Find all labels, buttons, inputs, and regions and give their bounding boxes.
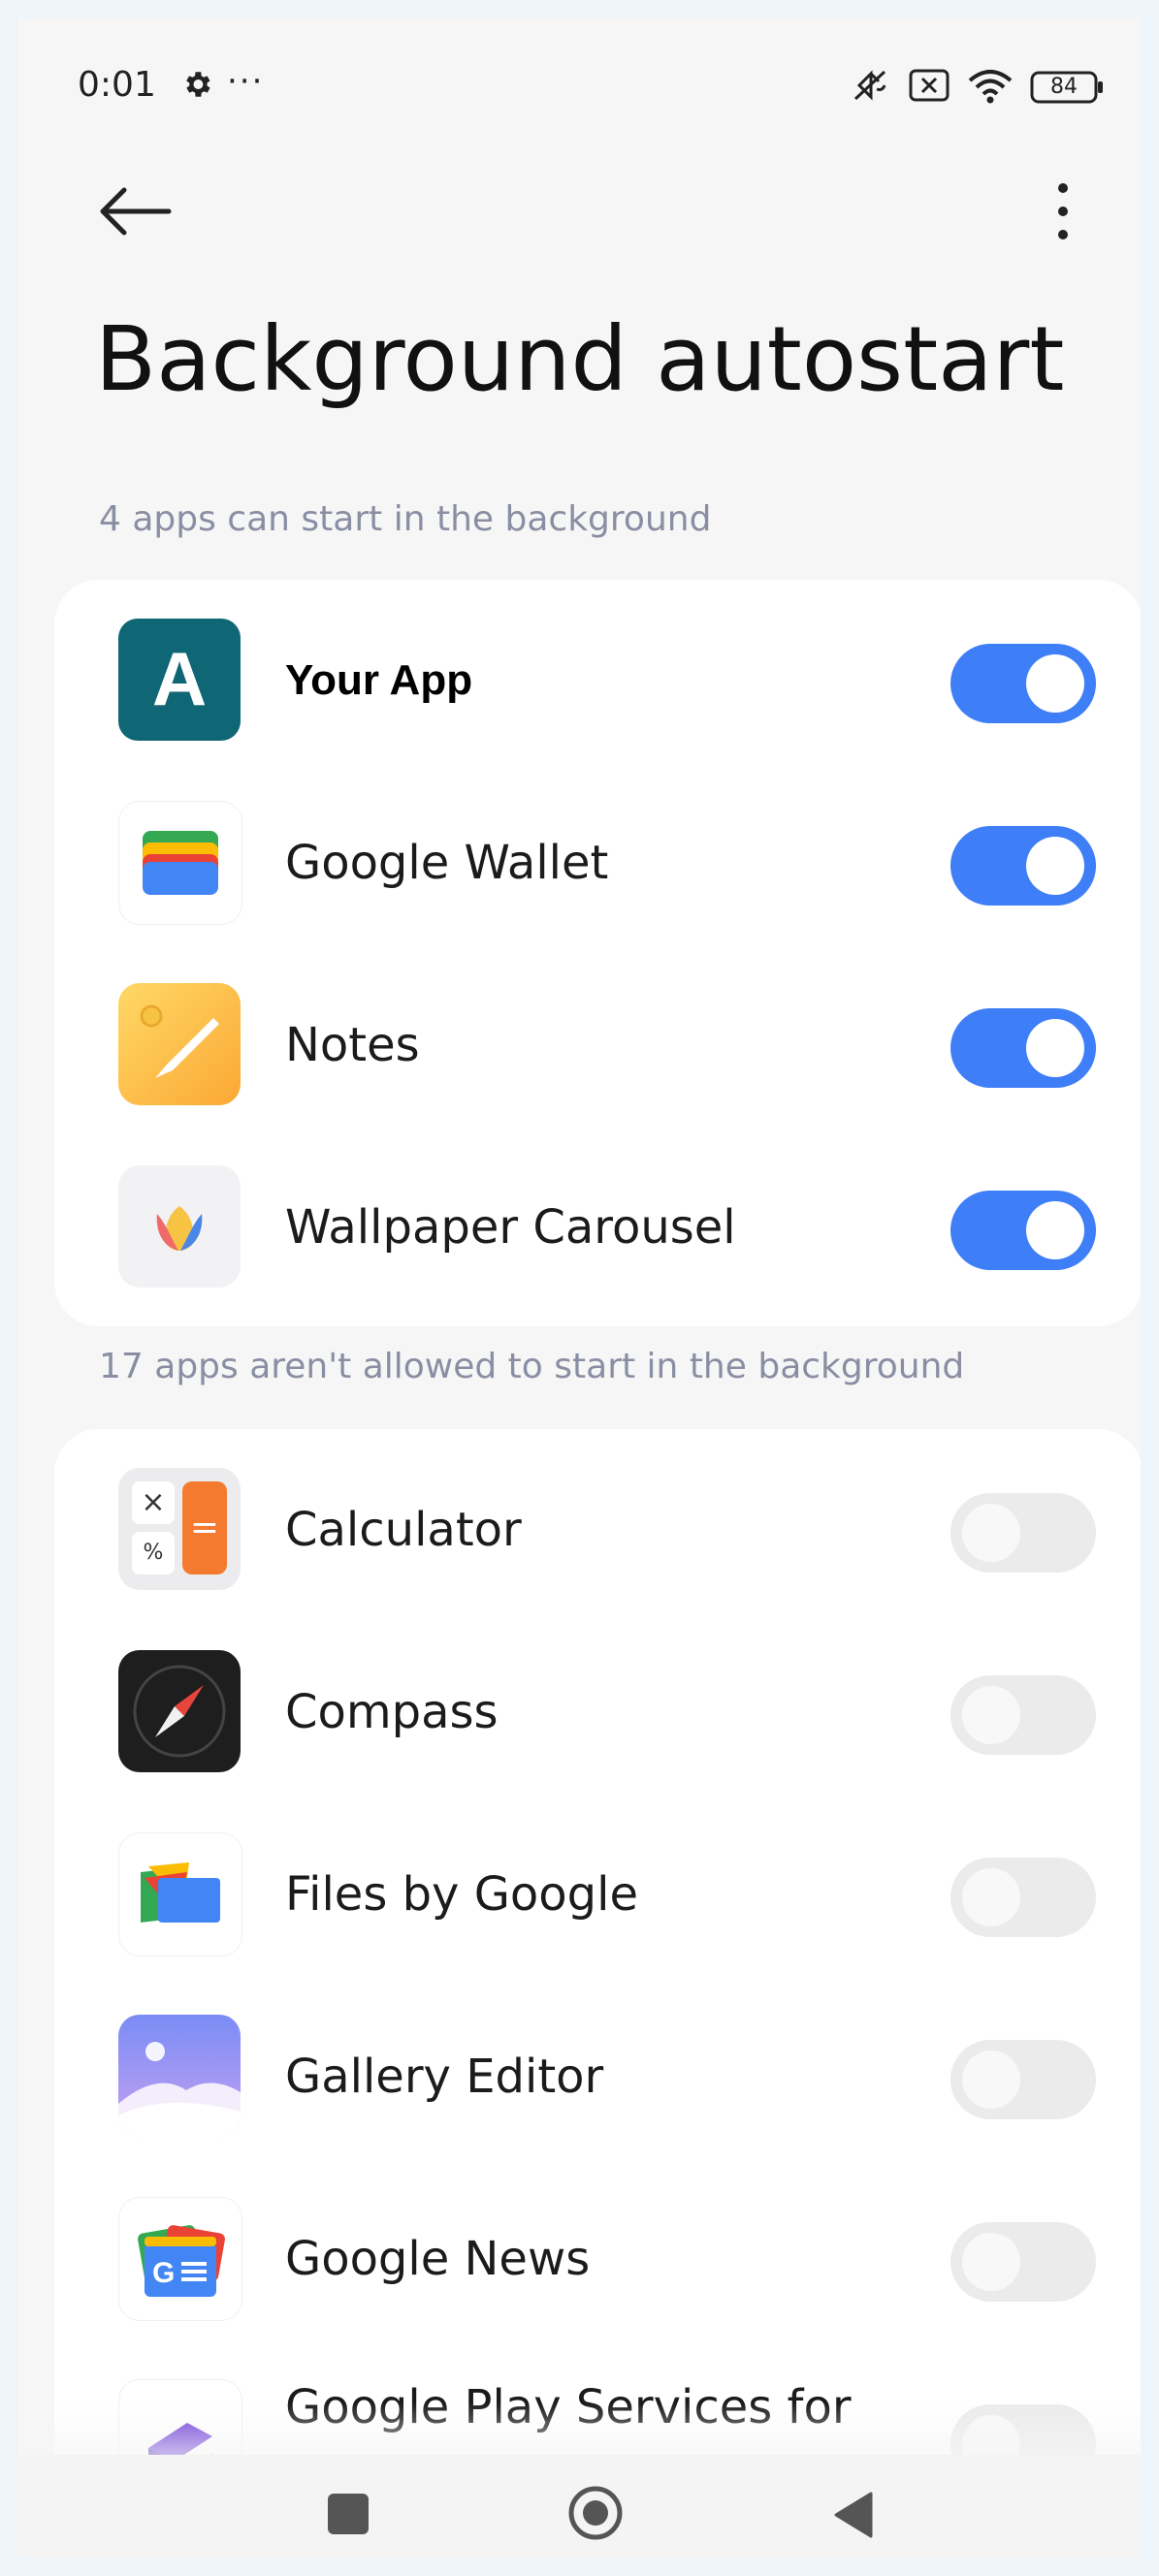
phone-screen: 0:01 ··· 84 Background autostart 4 apps … (17, 17, 1141, 2559)
recents-button[interactable] (328, 2494, 369, 2534)
status-icons: 84 (850, 66, 1104, 109)
app-name: Google Wallet (285, 836, 609, 890)
app-row-gallery-editor[interactable]: Gallery Editor (54, 1976, 1141, 2158)
app-row-google-wallet[interactable]: Google Wallet (54, 762, 1141, 944)
autostart-toggle[interactable] (950, 1493, 1096, 1573)
app-name: Gallery Editor (285, 2050, 604, 2104)
back-button[interactable] (97, 182, 175, 240)
app-row-calculator[interactable]: × % = Calculator (54, 1429, 1141, 1611)
gallery-editor-icon (118, 2015, 241, 2137)
your-app-icon-letter: A (151, 636, 208, 721)
battery-icon: 84 (1030, 70, 1104, 105)
files-by-google-icon (118, 1832, 242, 1956)
wallpaper-carousel-icon (118, 1165, 241, 1288)
calculator-icon: × % = (118, 1468, 241, 1590)
app-row-compass[interactable]: Compass (54, 1611, 1141, 1794)
nav-back-button[interactable] (832, 2490, 875, 2540)
app-name: Files by Google (285, 1867, 638, 1922)
no-sim-icon (908, 68, 950, 107)
your-app-icon: A (118, 619, 241, 741)
page-title: Background autostart (95, 307, 1065, 411)
wallet-icon (118, 801, 242, 925)
triangle-back-icon (834, 2492, 873, 2538)
allowed-apps-card: A Your App Google Wallet Notes Wallpaper… (54, 580, 1141, 1326)
more-vertical-icon (1058, 183, 1068, 239)
autostart-toggle[interactable] (950, 2040, 1096, 2119)
calc-equals-glyph: = (189, 1508, 220, 1547)
autostart-toggle[interactable] (950, 1858, 1096, 1937)
app-name: Notes (285, 1018, 420, 1072)
calc-percent-glyph: % (143, 1541, 164, 1565)
top-app-bar (17, 163, 1141, 260)
autostart-toggle[interactable] (950, 826, 1096, 906)
news-letter-glyph: G (152, 2257, 176, 2289)
google-news-icon: G (118, 2197, 242, 2321)
status-bar: 0:01 ··· 84 (17, 17, 1141, 124)
autostart-toggle[interactable] (950, 644, 1096, 723)
allowed-section-label: 4 apps can start in the background (99, 499, 712, 539)
notes-icon (118, 983, 241, 1105)
autostart-toggle[interactable] (950, 1008, 1096, 1088)
disallowed-apps-card: × % = Calculator Compass Files by Google (54, 1429, 1141, 2559)
disallowed-section-label: 17 apps aren't allowed to start in the b… (99, 1347, 965, 1386)
settings-gear-icon (180, 68, 213, 105)
status-time: 0:01 (78, 65, 156, 105)
wifi-icon (966, 67, 1014, 108)
app-row-wallpaper-carousel[interactable]: Wallpaper Carousel (54, 1127, 1141, 1309)
home-circle-icon (568, 2486, 623, 2540)
status-more-indicator: ··· (227, 62, 265, 101)
autostart-toggle[interactable] (950, 1191, 1096, 1270)
calc-times-glyph: × (141, 1485, 166, 1519)
mute-icon (850, 66, 892, 109)
app-name: Wallpaper Carousel (285, 1200, 736, 1255)
app-name: Compass (285, 1685, 499, 1739)
app-name: Calculator (285, 1503, 522, 1557)
home-button[interactable] (566, 2484, 625, 2542)
compass-icon (118, 1650, 241, 1772)
app-row-notes[interactable]: Notes (54, 944, 1141, 1127)
system-nav-bar (17, 2455, 1141, 2559)
overflow-menu-button[interactable] (1044, 180, 1082, 242)
arrow-left-icon (100, 187, 172, 236)
app-row-files-by-google[interactable]: Files by Google (54, 1794, 1141, 1976)
app-row-google-news[interactable]: G Google News (54, 2158, 1141, 2340)
app-row-your-app[interactable]: A Your App (54, 580, 1141, 762)
app-name: Google News (285, 2232, 591, 2286)
autostart-toggle[interactable] (950, 1675, 1096, 1755)
app-name: Your App (285, 656, 473, 704)
autostart-toggle[interactable] (950, 2222, 1096, 2302)
battery-level: 84 (1050, 75, 1078, 99)
